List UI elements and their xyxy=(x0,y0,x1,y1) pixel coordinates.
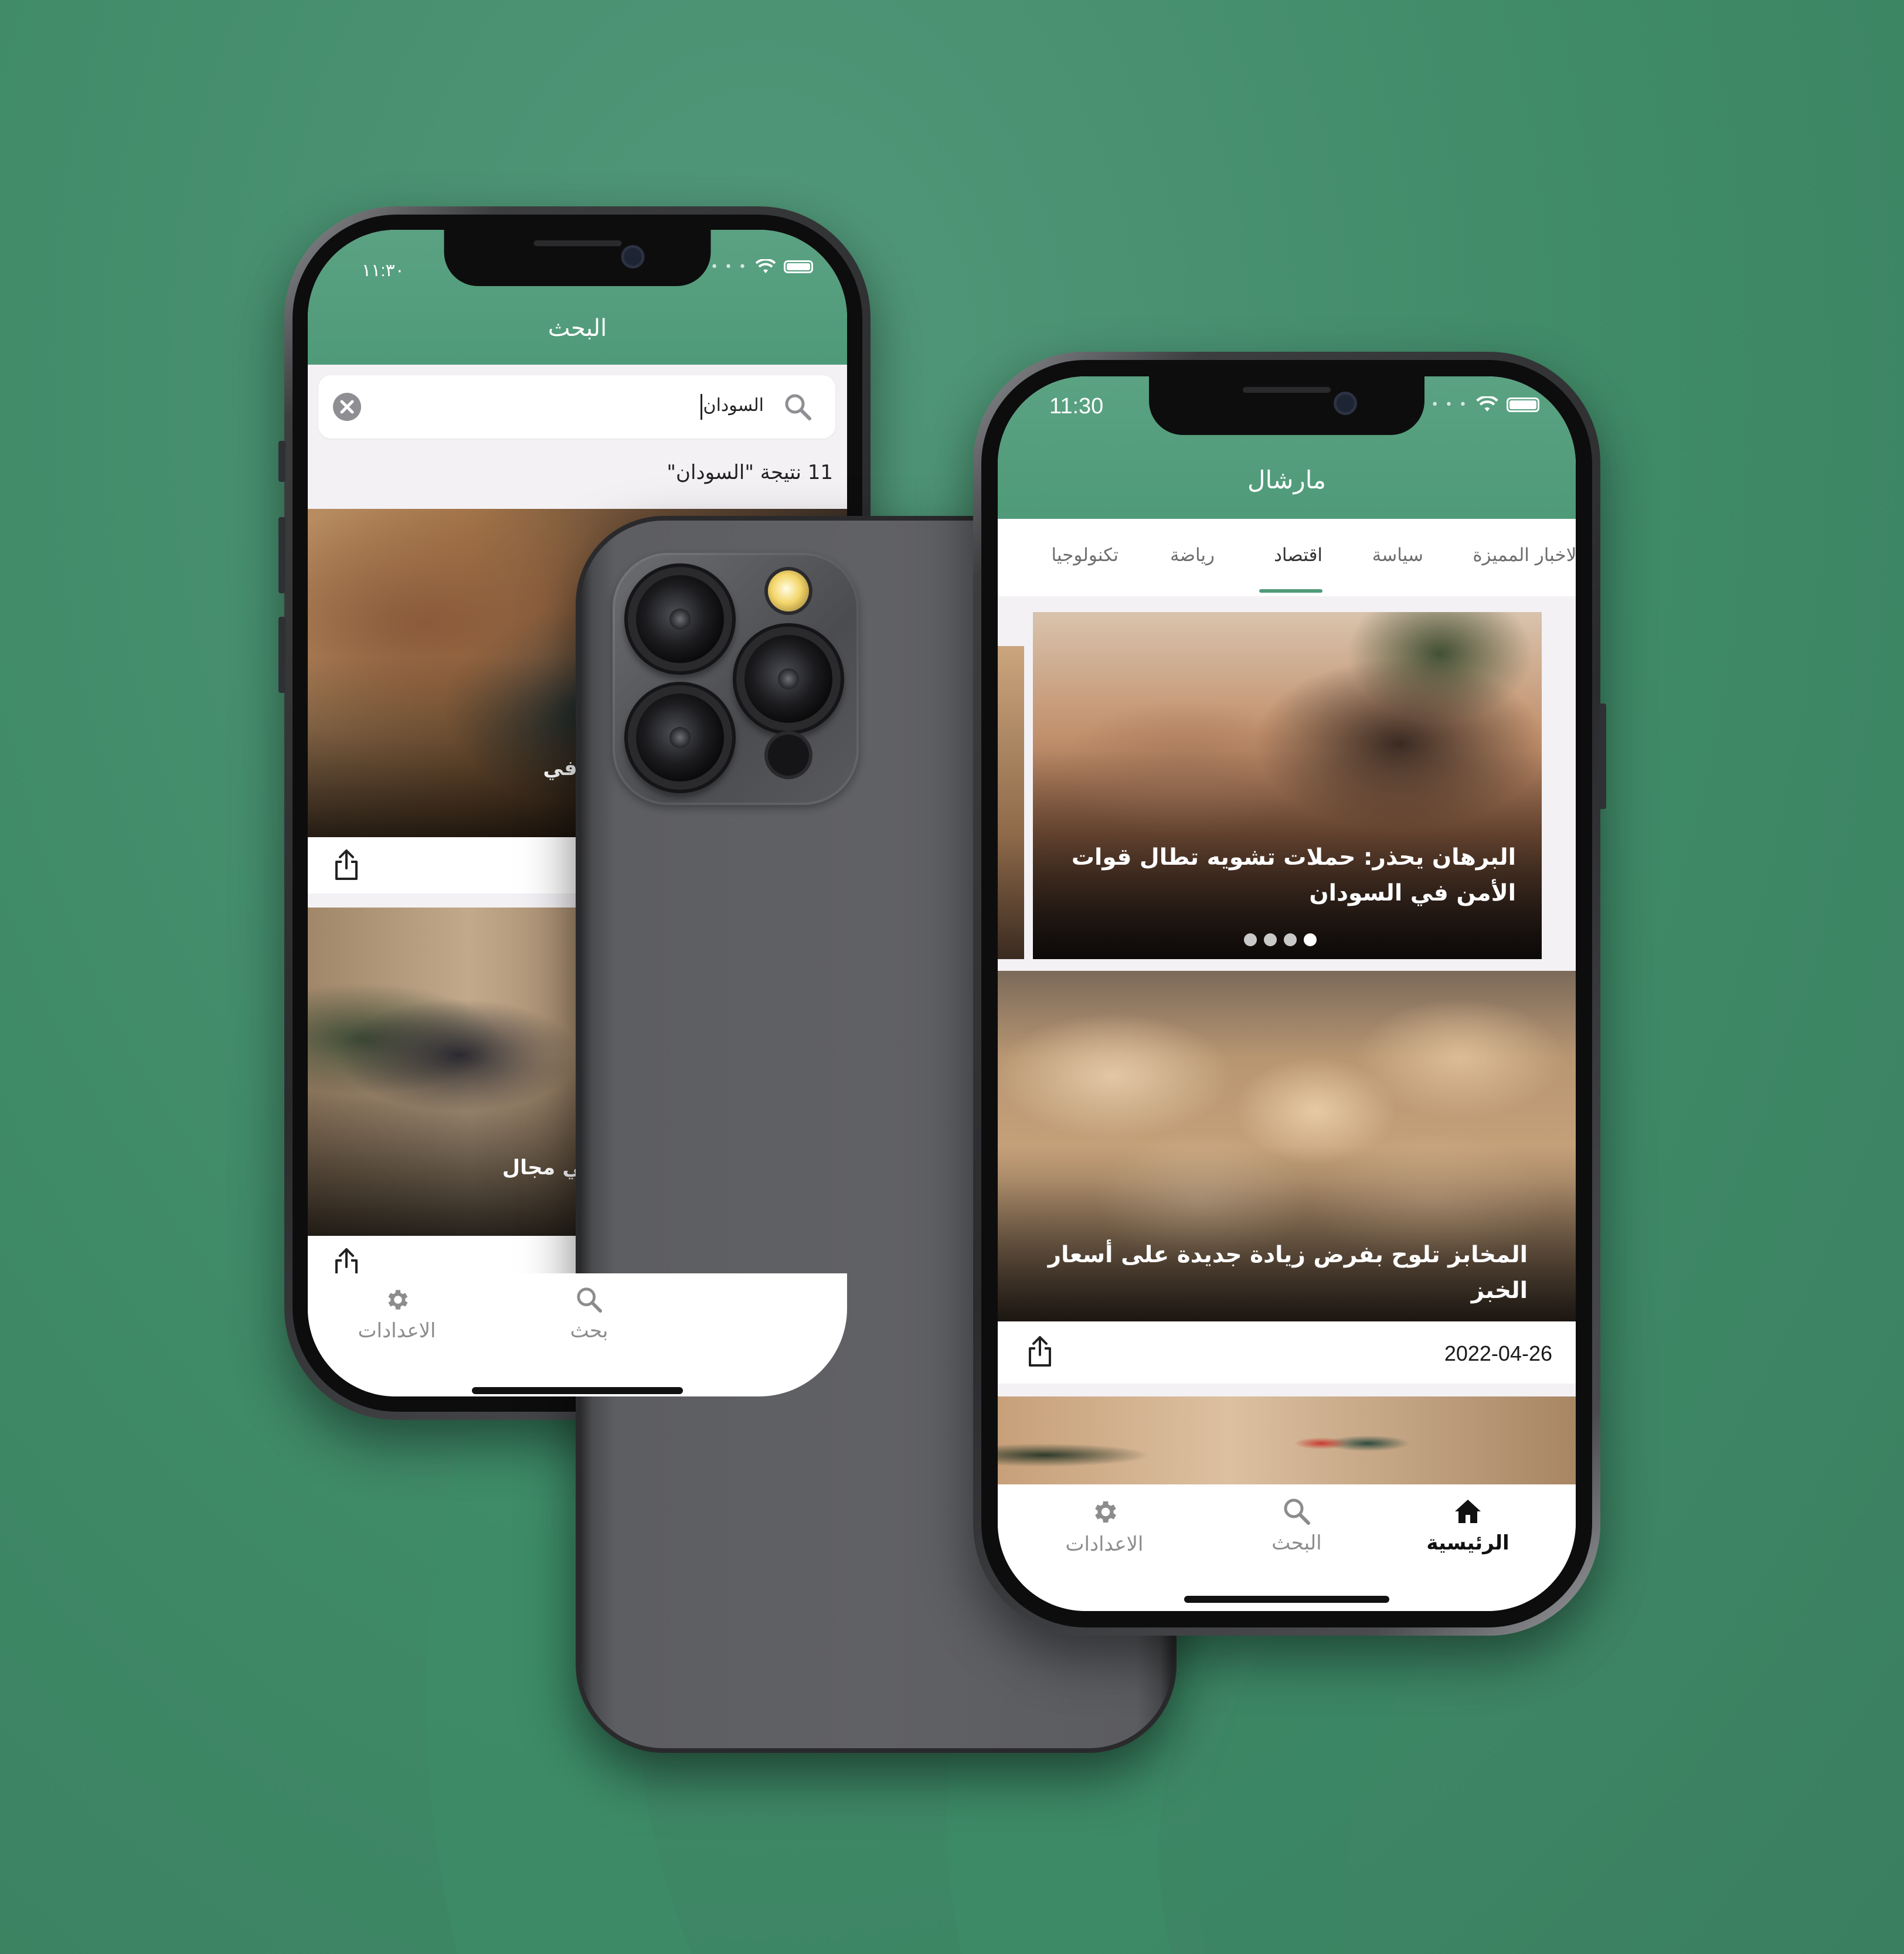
search-input[interactable]: السودان xyxy=(318,375,835,439)
featured-card[interactable]: البرهان يحذر: حملات تشويه تطال قوات الأم… xyxy=(1033,612,1542,959)
nav-home[interactable]: الرئيسية xyxy=(1409,1497,1526,1555)
gear-icon xyxy=(1095,1501,1116,1523)
right-phone: 11:30 • • • • مارشال الاخبار المميزة سيا… xyxy=(973,352,1606,1636)
gear-icon xyxy=(388,1290,408,1310)
news-date: 2022-04-26 xyxy=(1444,1341,1552,1365)
camera-lens xyxy=(636,694,724,781)
page-title: مارشال xyxy=(1247,465,1327,494)
status-time: ١١:٣٠ xyxy=(362,261,404,280)
wifi-icon xyxy=(1476,396,1498,412)
camera-module xyxy=(613,553,859,805)
status-icons: • • • • xyxy=(1417,396,1539,413)
status-icons: • • • • xyxy=(696,259,813,274)
camera-lens xyxy=(636,575,724,663)
share-icon[interactable] xyxy=(1027,1335,1053,1367)
carousel-dot[interactable] xyxy=(1244,933,1257,946)
tab-technology[interactable]: تكنولوجيا xyxy=(1051,545,1118,566)
carousel-dots xyxy=(1244,933,1317,946)
news-card[interactable]: المخابز تلوح بفرض زيادة جديدة على أسعار … xyxy=(998,971,1576,1321)
lidar-sensor xyxy=(768,735,809,776)
battery-icon xyxy=(784,260,813,273)
results-count: 11 نتيجة "السودان" xyxy=(667,461,833,484)
nav-search[interactable]: بحث xyxy=(531,1286,648,1343)
active-tab-indicator xyxy=(1259,589,1322,593)
category-tabs: الاخبار المميزة سياسة اقتصاد رياضة تكنول… xyxy=(998,519,1576,596)
nav-settings[interactable]: الاعدادات xyxy=(1046,1497,1163,1556)
right-screen: 11:30 • • • • مارشال الاخبار المميزة سيا… xyxy=(998,376,1576,1611)
battery-icon xyxy=(1507,397,1539,412)
share-icon[interactable] xyxy=(334,849,359,881)
carousel-prev-peek[interactable] xyxy=(998,646,1024,959)
carousel-dot[interactable] xyxy=(1264,933,1277,946)
search-value: السودان xyxy=(703,395,764,416)
carousel-dot[interactable] xyxy=(1284,933,1297,946)
clear-icon[interactable] xyxy=(332,392,362,422)
tab-politics[interactable]: سياسة xyxy=(1372,545,1423,566)
nav-settings[interactable]: الاعدادات xyxy=(338,1286,455,1343)
tab-featured[interactable]: الاخبار المميزة xyxy=(1473,545,1576,566)
camera-lens xyxy=(744,635,832,723)
home-indicator xyxy=(472,1387,683,1394)
status-time: 11:30 xyxy=(1049,394,1104,419)
carousel-dot-active[interactable] xyxy=(1304,933,1317,946)
search-icon xyxy=(1284,1498,1310,1525)
bottom-nav: الاعدادات بحث xyxy=(308,1273,847,1396)
page-title: البحث xyxy=(548,315,607,342)
tab-sports[interactable]: رياضة xyxy=(1170,545,1215,566)
bottom-nav: الرئيسية البحث الاعدادات xyxy=(998,1484,1576,1611)
wifi-icon xyxy=(756,259,776,273)
camera-flash xyxy=(768,570,809,611)
home-indicator xyxy=(1184,1596,1389,1603)
news-actions: 2022-04-26 xyxy=(998,1321,1576,1384)
nav-search[interactable]: البحث xyxy=(1238,1497,1355,1555)
signal-icon: • • • • xyxy=(1417,397,1468,412)
search-icon xyxy=(785,394,811,420)
tab-economy[interactable]: اقتصاد xyxy=(1274,545,1322,566)
search-icon xyxy=(577,1287,603,1313)
home-icon xyxy=(1455,1500,1481,1523)
featured-headline: البرهان يحذر: حملات تشويه تطال قوات الأم… xyxy=(1071,844,1516,906)
news-headline: المخابز تلوح بفرض زيادة جديدة على أسعار … xyxy=(1048,1242,1528,1304)
